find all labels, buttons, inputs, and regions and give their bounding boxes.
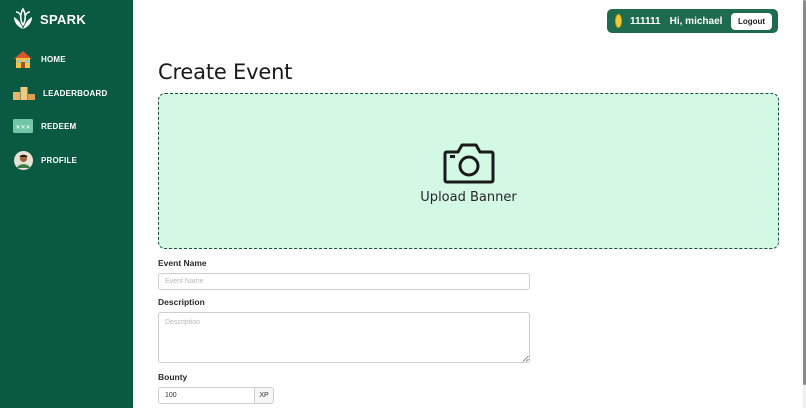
bounty-field: XP [158, 387, 274, 404]
coin-balance: 111111 [630, 15, 661, 27]
brand[interactable]: SPARK [10, 7, 86, 31]
sidebar-item-label: HOME [41, 54, 66, 64]
bounty-input[interactable] [158, 387, 254, 404]
sidebar-item-profile[interactable]: PROFILE [13, 150, 77, 170]
spark-logo-icon [14, 7, 32, 29]
sidebar-item-label: LEADERBOARD [43, 88, 108, 98]
house-icon [13, 49, 33, 69]
avatar-icon [13, 150, 33, 170]
sidebar-item-home[interactable]: HOME [13, 49, 66, 69]
event-name-label: Event Name [158, 258, 207, 268]
page-title: Create Event [158, 60, 293, 84]
event-name-input[interactable] [158, 273, 530, 290]
user-bar: 111111 Hi, michael Logout [607, 9, 778, 33]
resize-handle-icon[interactable] [522, 355, 529, 362]
brand-name: SPARK [40, 11, 87, 27]
camera-icon [443, 143, 495, 184]
bounty-label: Bounty [158, 372, 188, 382]
logout-button[interactable]: Logout [731, 12, 772, 30]
podium-icon [13, 83, 35, 103]
ticket-icon: ✕✕✕ [13, 116, 33, 136]
description-label: Description [158, 297, 205, 307]
sidebar: SPARK HOME LEADERBOARD ✕✕✕ REDEEM PROFIL… [0, 0, 133, 408]
svg-text:✕✕✕: ✕✕✕ [15, 124, 30, 131]
coin-icon [615, 14, 622, 28]
sidebar-item-leaderboard[interactable]: LEADERBOARD [13, 83, 107, 103]
description-input[interactable] [158, 312, 530, 363]
bounty-unit: XP [254, 387, 274, 404]
user-greeting: Hi, michael [669, 15, 723, 27]
upload-banner-dropzone[interactable]: Upload Banner [158, 93, 779, 249]
sidebar-item-label: REDEEM [41, 121, 77, 131]
upload-banner-label: Upload Banner [420, 190, 517, 205]
sidebar-item-redeem[interactable]: ✕✕✕ REDEEM [13, 116, 76, 136]
sidebar-item-label: PROFILE [41, 155, 78, 165]
